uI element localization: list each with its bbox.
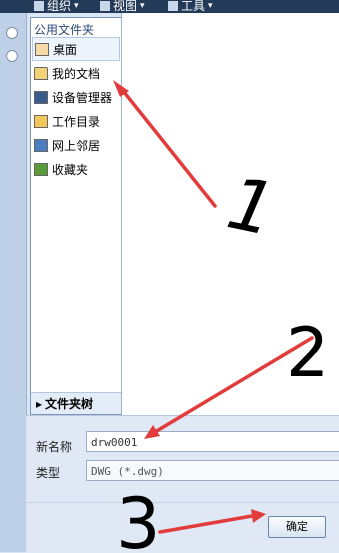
nav-item-work-folder[interactable]: 工作目录 xyxy=(31,109,121,133)
expand-arrow-icon: ▸ xyxy=(36,396,43,411)
favorites-icon xyxy=(34,162,48,176)
type-label: 类型 xyxy=(36,466,61,480)
chevron-down-icon: ▾ xyxy=(140,0,145,11)
organize-menu[interactable]: 组织 ▾ xyxy=(34,0,79,13)
nav-item-label: 收藏夹 xyxy=(52,162,89,177)
device-manager-icon xyxy=(34,90,48,104)
nav-item-label: 设备管理器 xyxy=(52,90,113,105)
radio-button[interactable] xyxy=(6,27,18,39)
chevron-down-icon: ▾ xyxy=(208,0,213,11)
divider xyxy=(26,502,339,503)
nav-item-desktop[interactable]: 桌面 xyxy=(32,37,120,61)
folder-tree-label: 文件夹树 xyxy=(45,397,94,411)
save-options-panel: 新名称 drw0001 类型 DWG (*.dwg) 确定 xyxy=(26,415,339,553)
nav-item-label: 我的文档 xyxy=(52,66,101,81)
tools-label: 工具 xyxy=(181,0,206,13)
my-documents-icon xyxy=(34,66,48,80)
radio-button[interactable] xyxy=(6,50,18,62)
new-name-label: 新名称 xyxy=(36,440,73,454)
nav-item-label: 工作目录 xyxy=(52,114,101,129)
nav-item-label: 网上邻居 xyxy=(52,138,101,153)
ok-button[interactable]: 确定 xyxy=(268,516,326,538)
nav-item-label: 桌面 xyxy=(53,42,78,57)
work-folder-icon xyxy=(34,114,48,128)
new-name-input[interactable]: drw0001 xyxy=(86,431,339,452)
desktop-icon xyxy=(35,42,49,56)
tools-icon xyxy=(168,0,178,11)
view-label: 视图 xyxy=(113,0,138,13)
file-list-pane[interactable] xyxy=(121,13,339,415)
file-type-select[interactable]: DWG (*.dwg) xyxy=(86,460,339,481)
nav-item-my-documents[interactable]: 我的文档 xyxy=(31,61,121,85)
folder-tree-toggle[interactable]: ▸ 文件夹树 xyxy=(31,392,121,414)
view-icon xyxy=(100,0,110,11)
organize-icon xyxy=(34,0,44,11)
view-menu[interactable]: 视图 ▾ xyxy=(100,0,145,13)
chevron-down-icon: ▾ xyxy=(74,0,79,11)
left-strip xyxy=(0,13,27,552)
organize-label: 组织 xyxy=(47,0,72,13)
nav-item-favorites[interactable]: 收藏夹 xyxy=(31,157,121,181)
tools-menu[interactable]: 工具 ▾ xyxy=(168,0,213,13)
nav-item-network[interactable]: 网上邻居 xyxy=(31,133,121,157)
public-folders-header: 公用文件夹 xyxy=(34,23,95,37)
toolbar: 组织 ▾ 视图 ▾ 工具 ▾ xyxy=(0,0,339,13)
nav-item-device-manager[interactable]: 设备管理器 xyxy=(31,85,121,109)
network-icon xyxy=(34,138,48,152)
places-panel: 公用文件夹 桌面 我的文档 设备管理器 工作目录 网上邻居 收藏夹 ▸ 文件夹树 xyxy=(30,17,122,415)
